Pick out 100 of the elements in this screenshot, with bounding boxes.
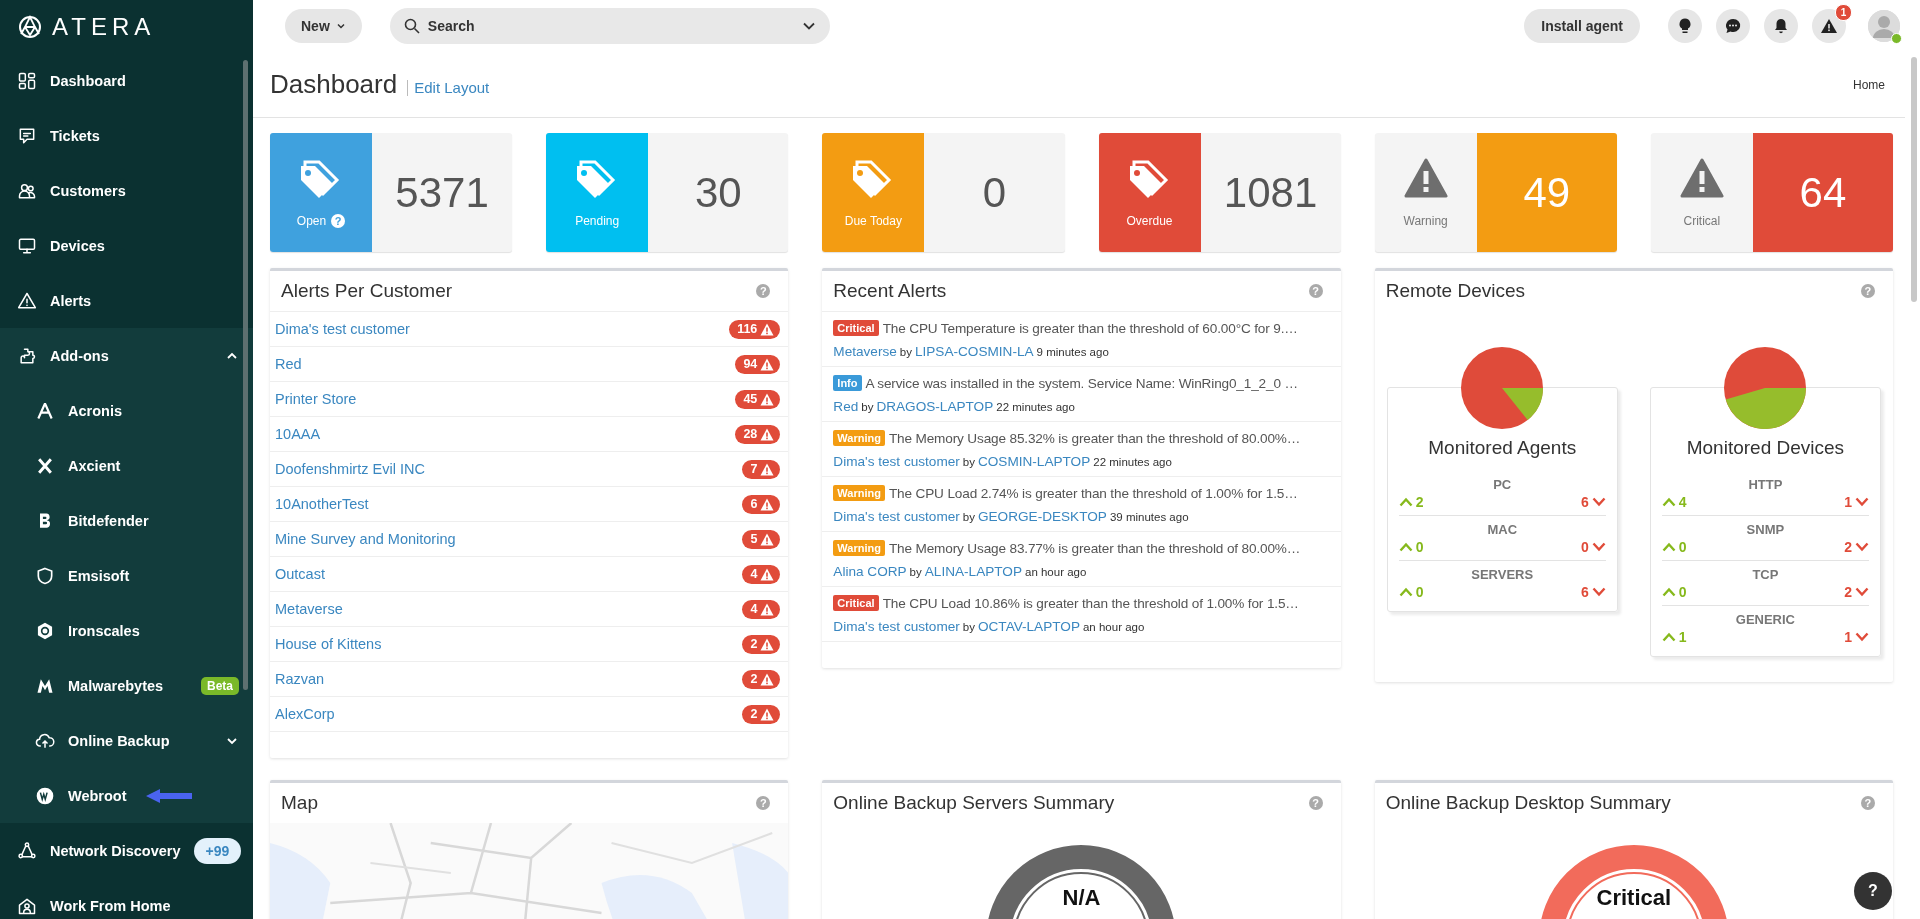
- shield-icon: [35, 565, 55, 586]
- alert-message[interactable]: The Memory Usage 83.77% is greater than the threshold of 80.00%…: [888, 540, 1301, 556]
- sidebar-item[interactable]: Emsisoft: [0, 548, 253, 603]
- ticket-tile[interactable]: Due Today 0: [822, 133, 1065, 252]
- alert-tile[interactable]: Warning 49: [1374, 133, 1617, 252]
- warning-icon: [1679, 157, 1724, 198]
- customer-link[interactable]: Dima's test customer: [833, 454, 960, 469]
- sidebar-item[interactable]: Tickets: [0, 108, 253, 163]
- ticket-tile[interactable]: Pending 30: [546, 133, 789, 252]
- sidebar-item[interactable]: Acronis: [0, 383, 253, 438]
- offline-count[interactable]: 1: [1844, 629, 1869, 645]
- customer-link[interactable]: Dima's test customer: [275, 321, 410, 337]
- alert-message[interactable]: The Memory Usage 85.32% is greater than the threshold of 80.00%…: [888, 430, 1301, 446]
- sidebar-item[interactable]: Customers: [0, 163, 253, 218]
- chat-button[interactable]: [1716, 9, 1750, 43]
- sidebar-item[interactable]: Network Discovery +99: [0, 823, 253, 878]
- new-button[interactable]: New: [285, 9, 362, 43]
- alert-message[interactable]: The CPU Load 2.74% is greater than the threshold of 1.00% for 1.5…: [888, 485, 1298, 501]
- customer-link[interactable]: AlexCorp: [275, 706, 335, 722]
- sidebar-item[interactable]: Devices: [0, 218, 253, 273]
- help-icon[interactable]: ?: [1861, 284, 1875, 298]
- customer-link[interactable]: Metaverse: [833, 344, 897, 359]
- install-agent-button[interactable]: Install agent: [1524, 9, 1640, 43]
- by-label: by: [909, 566, 922, 578]
- help-icon[interactable]: ?: [1308, 284, 1323, 298]
- notifications-button[interactable]: [1764, 9, 1798, 43]
- device-link[interactable]: ALINA-LAPTOP: [924, 564, 1022, 579]
- alerts-button[interactable]: [1812, 9, 1846, 43]
- customer-link[interactable]: Red: [833, 399, 859, 414]
- customer-link[interactable]: Printer Store: [275, 391, 357, 407]
- alert-count-badge: 116: [729, 319, 781, 339]
- sidebar-item[interactable]: Dashboard: [0, 53, 253, 108]
- scrollbar[interactable]: [1911, 57, 1917, 302]
- device-link[interactable]: LIPSA-COSMIN-LA: [914, 344, 1034, 359]
- online-count[interactable]: 0: [1398, 584, 1424, 600]
- sidebar-item[interactable]: Add-ons: [0, 328, 253, 383]
- customer-link[interactable]: 10AnotherTest: [275, 496, 369, 512]
- customer-link[interactable]: Red: [275, 356, 302, 372]
- help-icon[interactable]: ?: [756, 284, 771, 298]
- alert-message[interactable]: The CPU Temperature is greater than the threshold of 60.00°C for 9.…: [882, 320, 1298, 336]
- offline-count[interactable]: 0: [1581, 539, 1606, 555]
- sidebar-item[interactable]: Webroot: [0, 768, 253, 823]
- online-count[interactable]: 0: [1398, 539, 1424, 555]
- logo-text[interactable]: ATERA: [52, 12, 156, 41]
- customer-link[interactable]: Mine Survey and Monitoring: [275, 531, 456, 547]
- bell-icon: [1772, 17, 1790, 35]
- sidebar-item[interactable]: Axcient: [0, 438, 253, 493]
- edit-layout-link[interactable]: Edit Layout: [407, 79, 490, 96]
- customer-link[interactable]: Razvan: [275, 671, 325, 687]
- customer-link[interactable]: Dima's test customer: [833, 619, 960, 634]
- device-link[interactable]: COSMIN-LAPTOP: [977, 454, 1091, 469]
- search-icon: [403, 18, 420, 34]
- category-label: SERVERS: [1471, 567, 1534, 582]
- offline-count[interactable]: 2: [1844, 539, 1869, 555]
- warning-icon: [760, 707, 775, 721]
- breadcrumb[interactable]: Home: [1853, 77, 1885, 92]
- sidebar-item[interactable]: Bitdefender: [0, 493, 253, 548]
- help-icon[interactable]: ?: [331, 213, 346, 228]
- caret-icon: [335, 21, 346, 31]
- sidebar-item[interactable]: Alerts: [0, 273, 253, 328]
- scrollbar[interactable]: [243, 60, 248, 690]
- customer-link[interactable]: Metaverse: [275, 601, 343, 617]
- ticket-tile[interactable]: Open ? 5371: [270, 133, 513, 252]
- online-count[interactable]: 0: [1661, 584, 1687, 600]
- customer-link[interactable]: 10AAA: [275, 426, 321, 442]
- lightbulb-button[interactable]: [1668, 9, 1702, 43]
- customer-link[interactable]: Outcast: [275, 566, 325, 582]
- device-link[interactable]: OCTAV-LAPTOP: [977, 619, 1080, 634]
- customer-link[interactable]: House of Kittens: [275, 636, 382, 652]
- online-count[interactable]: 0: [1661, 539, 1687, 555]
- search-field[interactable]: Search: [389, 8, 830, 44]
- online-count[interactable]: 4: [1661, 494, 1687, 510]
- customer-link[interactable]: Doofenshmirtz Evil INC: [275, 461, 425, 477]
- sidebar-item[interactable]: Online Backup: [0, 713, 253, 768]
- ticket-tile[interactable]: Overdue 1081: [1098, 133, 1341, 252]
- help-icon[interactable]: ?: [756, 796, 771, 810]
- sidebar-item[interactable]: Ironscales: [0, 603, 253, 658]
- card-title: Map: [281, 792, 319, 814]
- device-link[interactable]: DRAGOS-LAPTOP: [876, 399, 994, 414]
- alert-message[interactable]: The CPU Load 10.86% is greater than the threshold of 1.00% for 1.5…: [882, 595, 1299, 611]
- device-link[interactable]: GEORGE-DESKTOP: [977, 509, 1107, 524]
- customer-link[interactable]: Alina CORP: [833, 564, 907, 579]
- help-icon[interactable]: ?: [1861, 796, 1875, 810]
- sidebar-item[interactable]: Work From Home: [0, 878, 253, 919]
- alert-tile[interactable]: Critical 64: [1650, 133, 1893, 252]
- customer-link[interactable]: Dima's test customer: [833, 509, 960, 524]
- offline-count[interactable]: 6: [1581, 494, 1606, 510]
- dashboard-icon: [17, 70, 37, 91]
- warning-icon: [760, 462, 775, 476]
- alert-message[interactable]: A service was installed in the system. Service Name: WinRing0_1_2_0 …: [865, 375, 1298, 391]
- sidebar-item[interactable]: Malwarebytes Beta: [0, 658, 253, 713]
- offline-count[interactable]: 1: [1844, 494, 1869, 510]
- online-count[interactable]: 2: [1398, 494, 1424, 510]
- help-icon[interactable]: ?: [1308, 796, 1323, 810]
- by-label: by: [962, 621, 975, 633]
- severity-tag: Critical: [833, 320, 879, 336]
- offline-count[interactable]: 2: [1844, 584, 1869, 600]
- offline-count[interactable]: 6: [1581, 584, 1606, 600]
- online-count[interactable]: 1: [1661, 629, 1687, 645]
- logo-icon[interactable]: [18, 14, 42, 39]
